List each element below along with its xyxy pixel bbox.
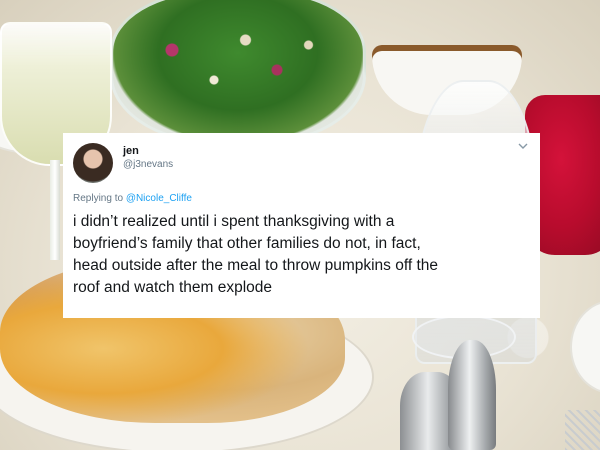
reply-prefix: Replying to	[73, 193, 126, 204]
reply-context: Replying to @Nicole_Cliffe	[73, 193, 192, 204]
reply-mention-link[interactable]: @Nicole_Cliffe	[126, 193, 192, 204]
tweet-text-line: boyfriend’s family that other families d…	[73, 235, 421, 252]
chevron-down-icon[interactable]	[516, 141, 530, 155]
wine-glass-stem	[50, 160, 60, 260]
user-handle[interactable]: @j3nevans	[123, 159, 173, 170]
avatar[interactable]	[73, 143, 113, 183]
tweet-text-line: roof and watch them explode	[73, 279, 273, 296]
chevron-down-icon-glyph	[518, 143, 528, 149]
tweet-text-line: head outside after the meal to throw pum…	[73, 257, 439, 274]
fork	[565, 410, 600, 450]
tweet-text-line: i didn’t realized until i spent thanksgi…	[73, 213, 395, 230]
tweet-text: i didn’t realized until i spent thanksgi…	[73, 211, 533, 299]
pepper-shaker	[448, 340, 496, 450]
tweet-card: jen @j3nevans Replying to @Nicole_Cliffe…	[63, 133, 540, 318]
salad-garnish	[130, 10, 340, 110]
display-name[interactable]: jen	[123, 145, 139, 157]
